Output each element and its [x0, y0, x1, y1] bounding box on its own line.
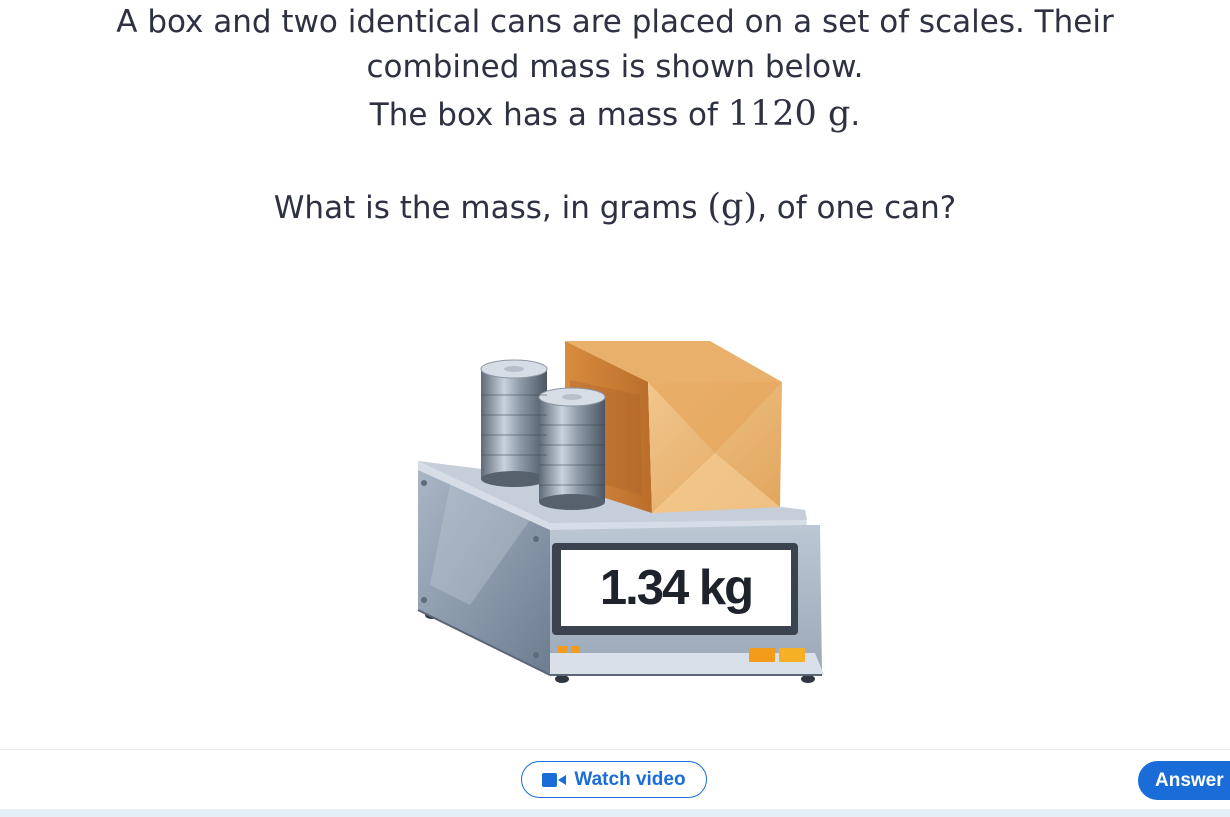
- scale-illustration: 1.34 kg: [410, 335, 840, 690]
- box-mass-prefix: The box has a mass of: [369, 97, 728, 133]
- prompt-prefix: What is the mass, in grams: [273, 190, 708, 226]
- video-camera-icon: [542, 772, 567, 787]
- question-text: A box and two identical cans are placed …: [0, 0, 1230, 231]
- question-line-3: The box has a mass of 1120 g.: [0, 92, 1230, 138]
- scale-display-reading: 1.34 kg: [600, 561, 752, 615]
- answer-label: Answer: [1155, 769, 1224, 791]
- prompt-unit: (g): [707, 187, 758, 227]
- answer-button[interactable]: Answer: [1138, 761, 1230, 800]
- question-prompt: What is the mass, in grams (g), of one c…: [0, 185, 1230, 231]
- footer-bar: Watch video Answer: [0, 749, 1230, 817]
- watch-video-button[interactable]: Watch video: [521, 761, 707, 798]
- box-mass-value: 1120 g: [727, 94, 851, 134]
- watch-video-label: Watch video: [574, 768, 686, 790]
- prompt-suffix: , of one can?: [757, 190, 957, 226]
- box-mass-suffix: .: [850, 97, 861, 133]
- question-line-1: A box and two identical cans are placed …: [116, 4, 1114, 40]
- scale-with-box-and-cans-image: 1.34 kg: [417, 341, 824, 683]
- question-line-2: combined mass is shown below.: [366, 49, 864, 85]
